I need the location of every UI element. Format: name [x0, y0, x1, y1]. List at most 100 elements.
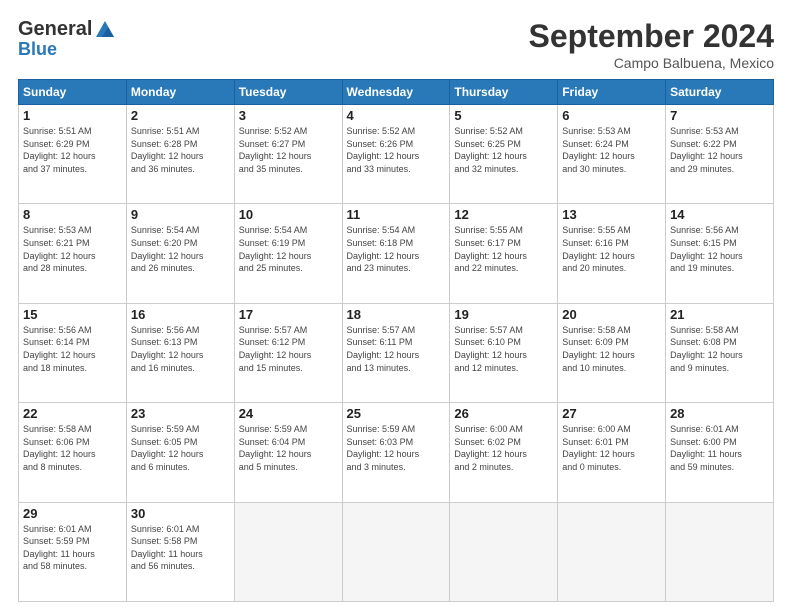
- calendar-day-cell: 23 Sunrise: 5:59 AM Sunset: 6:05 PM Dayli…: [126, 403, 234, 502]
- calendar-week-row: 15Sunrise: 5:56 AM Sunset: 6:14 PM Dayli…: [19, 303, 774, 402]
- day-number: 5: [454, 108, 553, 123]
- day-number: 9: [131, 207, 230, 222]
- calendar-day-cell: 10 Sunrise: 5:54 AM Sunset: 6:19 PM Dayli…: [234, 204, 342, 303]
- calendar-day-cell: 11 Sunrise: 5:54 AM Sunset: 6:18 PM Dayli…: [342, 204, 450, 303]
- calendar-day-header: Tuesday: [234, 80, 342, 105]
- day-info: Sunrise: 5:56 AM Sunset: 6:13 PM Dayligh…: [131, 324, 230, 374]
- day-info: Sunrise: 5:58 AM Sunset: 6:06 PM Dayligh…: [23, 423, 122, 473]
- day-number: 19: [454, 307, 553, 322]
- calendar-day-cell: 2 Sunrise: 5:51 AM Sunset: 6:28 PM Daylig…: [126, 105, 234, 204]
- calendar-day-cell: 18 Sunrise: 5:57 AM Sunset: 6:11 PM Dayli…: [342, 303, 450, 402]
- calendar-day-cell: 6 Sunrise: 5:53 AM Sunset: 6:24 PM Daylig…: [558, 105, 666, 204]
- calendar-day-cell: [450, 502, 558, 601]
- day-number: 23: [131, 406, 230, 421]
- month-title: September 2024: [529, 18, 774, 55]
- calendar-day-header: Monday: [126, 80, 234, 105]
- calendar-day-header: Wednesday: [342, 80, 450, 105]
- calendar-day-cell: 22 Sunrise: 5:58 AM Sunset: 6:06 PM Dayli…: [19, 403, 127, 502]
- calendar-day-cell: 17Sunrise: 5:57 AM Sunset: 6:12 PM Dayli…: [234, 303, 342, 402]
- day-number: 3: [239, 108, 338, 123]
- day-info: Sunrise: 5:59 AM Sunset: 6:05 PM Dayligh…: [131, 423, 230, 473]
- day-number: 21: [670, 307, 769, 322]
- calendar-day-cell: [666, 502, 774, 601]
- calendar-day-cell: [558, 502, 666, 601]
- calendar-day-cell: 16Sunrise: 5:56 AM Sunset: 6:13 PM Dayli…: [126, 303, 234, 402]
- day-number: 2: [131, 108, 230, 123]
- calendar-table: SundayMondayTuesdayWednesdayThursdayFrid…: [18, 79, 774, 602]
- page: General Blue September 2024 Campo Balbue…: [0, 0, 792, 612]
- day-number: 30: [131, 506, 230, 521]
- day-info: Sunrise: 5:52 AM Sunset: 6:27 PM Dayligh…: [239, 125, 338, 175]
- day-number: 6: [562, 108, 661, 123]
- day-info: Sunrise: 6:01 AM Sunset: 6:00 PM Dayligh…: [670, 423, 769, 473]
- day-number: 12: [454, 207, 553, 222]
- day-info: Sunrise: 5:57 AM Sunset: 6:12 PM Dayligh…: [239, 324, 338, 374]
- day-info: Sunrise: 6:01 AM Sunset: 5:59 PM Dayligh…: [23, 523, 122, 573]
- calendar-day-cell: 20 Sunrise: 5:58 AM Sunset: 6:09 PM Dayli…: [558, 303, 666, 402]
- day-number: 8: [23, 207, 122, 222]
- calendar-day-cell: [342, 502, 450, 601]
- calendar-week-row: 22 Sunrise: 5:58 AM Sunset: 6:06 PM Dayli…: [19, 403, 774, 502]
- calendar-day-cell: 12 Sunrise: 5:55 AM Sunset: 6:17 PM Dayli…: [450, 204, 558, 303]
- calendar-day-header: Sunday: [19, 80, 127, 105]
- day-info: Sunrise: 5:54 AM Sunset: 6:18 PM Dayligh…: [347, 224, 446, 274]
- calendar-day-cell: 8 Sunrise: 5:53 AM Sunset: 6:21 PM Daylig…: [19, 204, 127, 303]
- calendar-day-cell: 15Sunrise: 5:56 AM Sunset: 6:14 PM Dayli…: [19, 303, 127, 402]
- calendar-day-cell: 5 Sunrise: 5:52 AM Sunset: 6:25 PM Daylig…: [450, 105, 558, 204]
- day-number: 11: [347, 207, 446, 222]
- day-number: 25: [347, 406, 446, 421]
- day-info: Sunrise: 5:58 AM Sunset: 6:09 PM Dayligh…: [562, 324, 661, 374]
- calendar-day-header: Friday: [558, 80, 666, 105]
- day-number: 10: [239, 207, 338, 222]
- calendar-day-header: Thursday: [450, 80, 558, 105]
- calendar-day-cell: 13 Sunrise: 5:55 AM Sunset: 6:16 PM Dayli…: [558, 204, 666, 303]
- day-info: Sunrise: 5:51 AM Sunset: 6:28 PM Dayligh…: [131, 125, 230, 175]
- day-info: Sunrise: 5:55 AM Sunset: 6:17 PM Dayligh…: [454, 224, 553, 274]
- title-area: September 2024 Campo Balbuena, Mexico: [529, 18, 774, 71]
- day-info: Sunrise: 5:55 AM Sunset: 6:16 PM Dayligh…: [562, 224, 661, 274]
- calendar-day-cell: 24Sunrise: 5:59 AM Sunset: 6:04 PM Dayli…: [234, 403, 342, 502]
- day-info: Sunrise: 6:00 AM Sunset: 6:01 PM Dayligh…: [562, 423, 661, 473]
- calendar-day-cell: 28Sunrise: 6:01 AM Sunset: 6:00 PM Dayli…: [666, 403, 774, 502]
- day-info: Sunrise: 5:57 AM Sunset: 6:11 PM Dayligh…: [347, 324, 446, 374]
- day-number: 29: [23, 506, 122, 521]
- calendar-header-row: SundayMondayTuesdayWednesdayThursdayFrid…: [19, 80, 774, 105]
- logo-icon: [94, 19, 116, 41]
- day-info: Sunrise: 5:54 AM Sunset: 6:19 PM Dayligh…: [239, 224, 338, 274]
- calendar-day-cell: 26Sunrise: 6:00 AM Sunset: 6:02 PM Dayli…: [450, 403, 558, 502]
- calendar-day-cell: 1 Sunrise: 5:51 AM Sunset: 6:29 PM Daylig…: [19, 105, 127, 204]
- day-info: Sunrise: 5:54 AM Sunset: 6:20 PM Dayligh…: [131, 224, 230, 274]
- day-number: 27: [562, 406, 661, 421]
- calendar-day-cell: 30 Sunrise: 6:01 AM Sunset: 5:58 PM Dayli…: [126, 502, 234, 601]
- day-info: Sunrise: 5:51 AM Sunset: 6:29 PM Dayligh…: [23, 125, 122, 175]
- day-number: 22: [23, 406, 122, 421]
- day-number: 20: [562, 307, 661, 322]
- logo: General Blue: [18, 18, 116, 60]
- calendar-day-cell: 4 Sunrise: 5:52 AM Sunset: 6:26 PM Daylig…: [342, 105, 450, 204]
- calendar-day-cell: 7 Sunrise: 5:53 AM Sunset: 6:22 PM Daylig…: [666, 105, 774, 204]
- day-number: 26: [454, 406, 553, 421]
- day-number: 13: [562, 207, 661, 222]
- logo-text: General: [18, 18, 116, 41]
- calendar-day-cell: 14 Sunrise: 5:56 AM Sunset: 6:15 PM Dayli…: [666, 204, 774, 303]
- day-info: Sunrise: 5:53 AM Sunset: 6:22 PM Dayligh…: [670, 125, 769, 175]
- day-number: 18: [347, 307, 446, 322]
- calendar-day-cell: 21 Sunrise: 5:58 AM Sunset: 6:08 PM Dayli…: [666, 303, 774, 402]
- header: General Blue September 2024 Campo Balbue…: [18, 18, 774, 71]
- calendar-day-cell: 3 Sunrise: 5:52 AM Sunset: 6:27 PM Daylig…: [234, 105, 342, 204]
- day-info: Sunrise: 5:52 AM Sunset: 6:25 PM Dayligh…: [454, 125, 553, 175]
- day-info: Sunrise: 5:58 AM Sunset: 6:08 PM Dayligh…: [670, 324, 769, 374]
- day-number: 1: [23, 108, 122, 123]
- day-info: Sunrise: 6:01 AM Sunset: 5:58 PM Dayligh…: [131, 523, 230, 573]
- day-info: Sunrise: 5:53 AM Sunset: 6:24 PM Dayligh…: [562, 125, 661, 175]
- day-number: 15: [23, 307, 122, 322]
- day-info: Sunrise: 5:56 AM Sunset: 6:15 PM Dayligh…: [670, 224, 769, 274]
- day-number: 4: [347, 108, 446, 123]
- day-info: Sunrise: 5:52 AM Sunset: 6:26 PM Dayligh…: [347, 125, 446, 175]
- calendar-day-cell: 25Sunrise: 5:59 AM Sunset: 6:03 PM Dayli…: [342, 403, 450, 502]
- calendar-day-cell: [234, 502, 342, 601]
- day-info: Sunrise: 5:53 AM Sunset: 6:21 PM Dayligh…: [23, 224, 122, 274]
- day-number: 7: [670, 108, 769, 123]
- day-number: 14: [670, 207, 769, 222]
- calendar-week-row: 1 Sunrise: 5:51 AM Sunset: 6:29 PM Daylig…: [19, 105, 774, 204]
